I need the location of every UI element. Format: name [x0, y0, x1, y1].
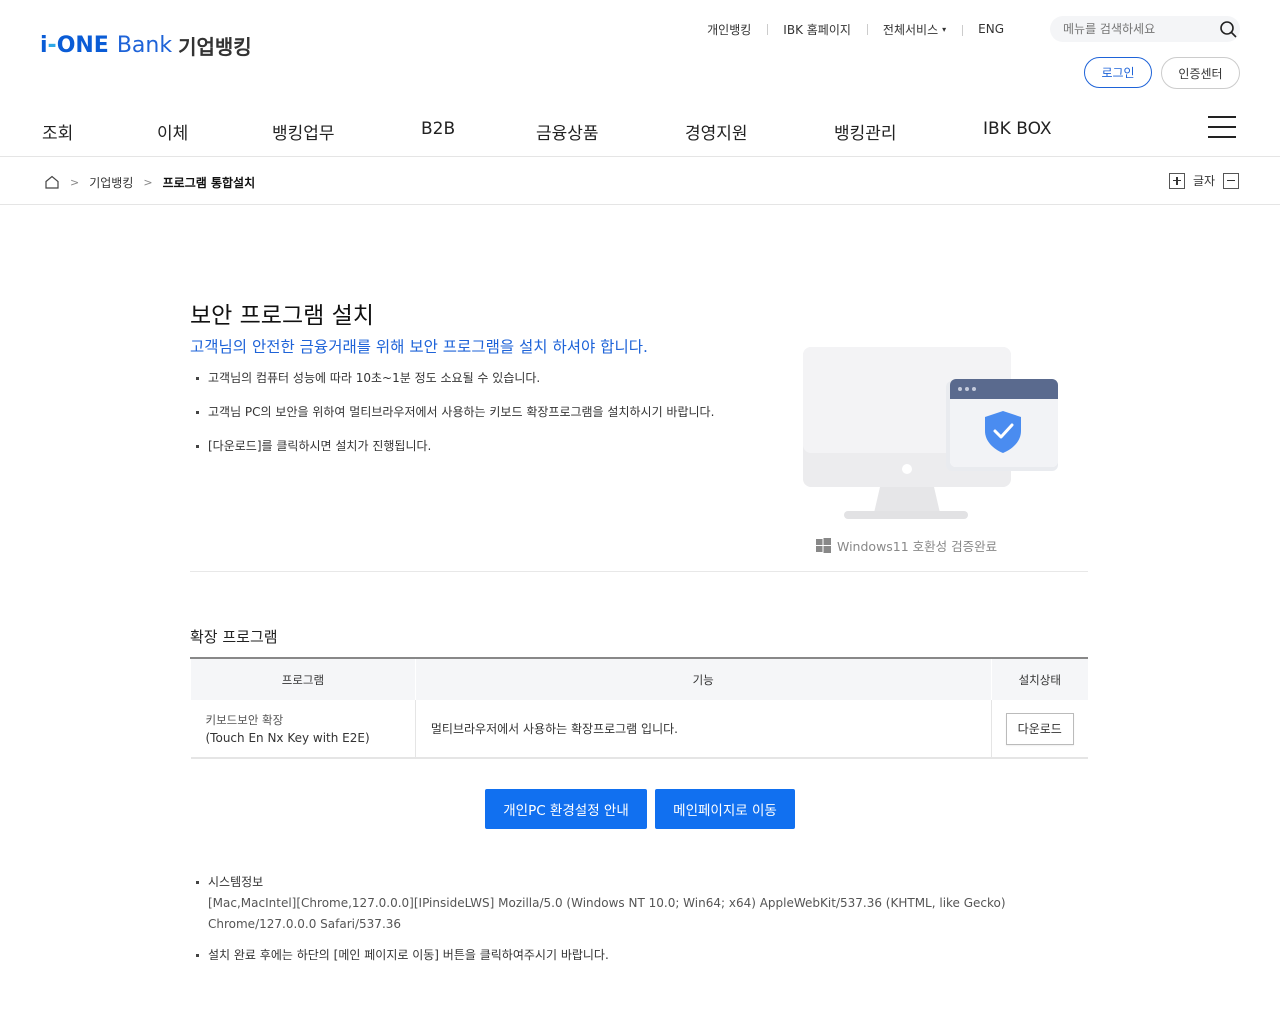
font-size-control: 글자 [1169, 172, 1240, 189]
table-row: 키보드보안 확장 (Touch En Nx Key with E2E) 멀티브라… [190, 700, 1088, 759]
install-info-list: 고객님의 컴퓨터 성능에 따라 10초~1분 정도 소요될 수 있습니다. 고객… [196, 370, 714, 472]
gnb-item-management-support[interactable]: 경영지원 [685, 119, 748, 144]
gnb-item-transfer[interactable]: 이체 [157, 119, 188, 144]
list-item: 설치 완료 후에는 하단의 [메인 페이지로 이동] 버튼을 클릭하여주시기 바… [196, 945, 1076, 966]
list-item: 고객님의 컴퓨터 성능에 따라 10초~1분 정도 소요될 수 있습니다. [196, 370, 714, 386]
page-subtitle: 고객님의 안전한 금융거래를 위해 보안 프로그램을 설치 하셔야 합니다. [190, 338, 648, 356]
logo-brand-prefix: i [40, 32, 48, 58]
font-size-label: 글자 [1193, 174, 1216, 188]
windows-compat-note: Windows11 호환성 검증완료 [816, 536, 997, 555]
util-link-all-services-label: 전체서비스 [882, 22, 939, 37]
notes-list: 시스템정보 [Mac,MacIntel][Chrome,127.0.0.0][I… [196, 872, 1076, 976]
breadcrumb-level1[interactable]: 기업뱅킹 [89, 174, 133, 191]
caret-down-icon: ▾ [942, 24, 947, 34]
menu-search [1050, 16, 1240, 42]
breadcrumb: > 기업뱅킹 > 프로그램 통합설치 [44, 172, 255, 192]
logo-brand-bank: Bank [116, 32, 173, 58]
gnb-item-banking-work[interactable]: 뱅킹업무 [272, 119, 335, 144]
list-item: 시스템정보 [Mac,MacIntel][Chrome,127.0.0.0][I… [196, 872, 1076, 935]
security-pc-illustration [803, 347, 1058, 519]
windows-compat-text: Windows11 호환성 검증완료 [837, 539, 998, 554]
table-header-status: 설치상태 [990, 658, 1088, 700]
gnb-item-banking-management[interactable]: 뱅킹관리 [834, 119, 897, 144]
gnb-item-inquiry[interactable]: 조회 [42, 119, 73, 144]
page-title: 보안 프로그램 설치 [190, 303, 374, 329]
logo-brand-kor: 기업뱅킹 [178, 34, 252, 59]
pc-guide-button[interactable]: 개인PC 환경설정 안내 [485, 789, 647, 829]
util-link-ibk-homepage[interactable]: IBK 홈페이지 [767, 21, 867, 38]
download-button[interactable]: 다운로드 [1005, 712, 1074, 745]
ibk-logo[interactable]: i-ONE Bank 기업뱅킹 [40, 30, 252, 60]
gnb-item-financial-products[interactable]: 금융상품 [536, 119, 599, 144]
breadcrumb-current: 프로그램 통합설치 [162, 175, 256, 190]
system-info-label: 시스템정보 [208, 875, 264, 889]
chevron-right-icon: > [70, 175, 80, 189]
gnb-item-ibk-box[interactable]: IBK BOX [983, 119, 1052, 139]
chevron-right-icon: > [143, 175, 153, 189]
gnb-item-b2b[interactable]: B2B [421, 119, 455, 139]
search-input[interactable] [1050, 16, 1200, 42]
cert-center-button[interactable]: 인증센터 [1161, 57, 1240, 89]
windows-icon [816, 538, 831, 553]
breadcrumb-divider [0, 204, 1280, 205]
program-function: 멀티브라우저에서 사용하는 확장프로그램 입니다. [415, 700, 992, 759]
search-icon[interactable] [1218, 19, 1238, 39]
global-nav: 조회 이체 뱅킹업무 B2B 금융상품 경영지원 뱅킹관리 IBK BOX [0, 116, 1280, 144]
logo-brand-one: ONE [56, 32, 109, 58]
utility-nav: 개인뱅킹 IBK 홈페이지 전체서비스 ▾ ENG [691, 18, 1020, 40]
extension-section-title: 확장 프로그램 [190, 628, 278, 646]
go-main-button[interactable]: 메인페이지로 이동 [655, 789, 795, 829]
hamburger-menu-icon[interactable] [1208, 116, 1236, 138]
table-header-function: 기능 [414, 658, 991, 700]
extension-table: 프로그램 기능 설치상태 키보드보안 확장 (Touch En Nx Key w… [190, 657, 1088, 759]
header-divider [0, 156, 1280, 157]
list-item: 고객님 PC의 보안을 위하여 멀티브라우저에서 사용하는 키보드 확장프로그램… [196, 404, 714, 420]
home-icon[interactable] [44, 174, 60, 190]
system-info-value: [Mac,MacIntel][Chrome,127.0.0.0][IPinsid… [208, 896, 1006, 931]
util-link-all-services[interactable]: 전체서비스 ▾ [866, 21, 962, 38]
list-item: [다운로드]를 클릭하시면 설치가 진행됩니다. [196, 438, 714, 454]
font-decrease-icon[interactable] [1223, 172, 1240, 189]
section-divider [190, 571, 1088, 572]
util-link-personal-banking[interactable]: 개인뱅킹 [691, 21, 767, 38]
logo-brand-dash: - [47, 32, 57, 58]
table-header-program: 프로그램 [190, 658, 416, 700]
util-link-eng[interactable]: ENG [962, 22, 1020, 36]
font-increase-icon[interactable] [1169, 172, 1185, 189]
login-button[interactable]: 로그인 [1084, 57, 1152, 88]
program-subname: (Touch En Nx Key with E2E) [205, 730, 370, 745]
program-name: 키보드보안 확장 [205, 712, 284, 727]
